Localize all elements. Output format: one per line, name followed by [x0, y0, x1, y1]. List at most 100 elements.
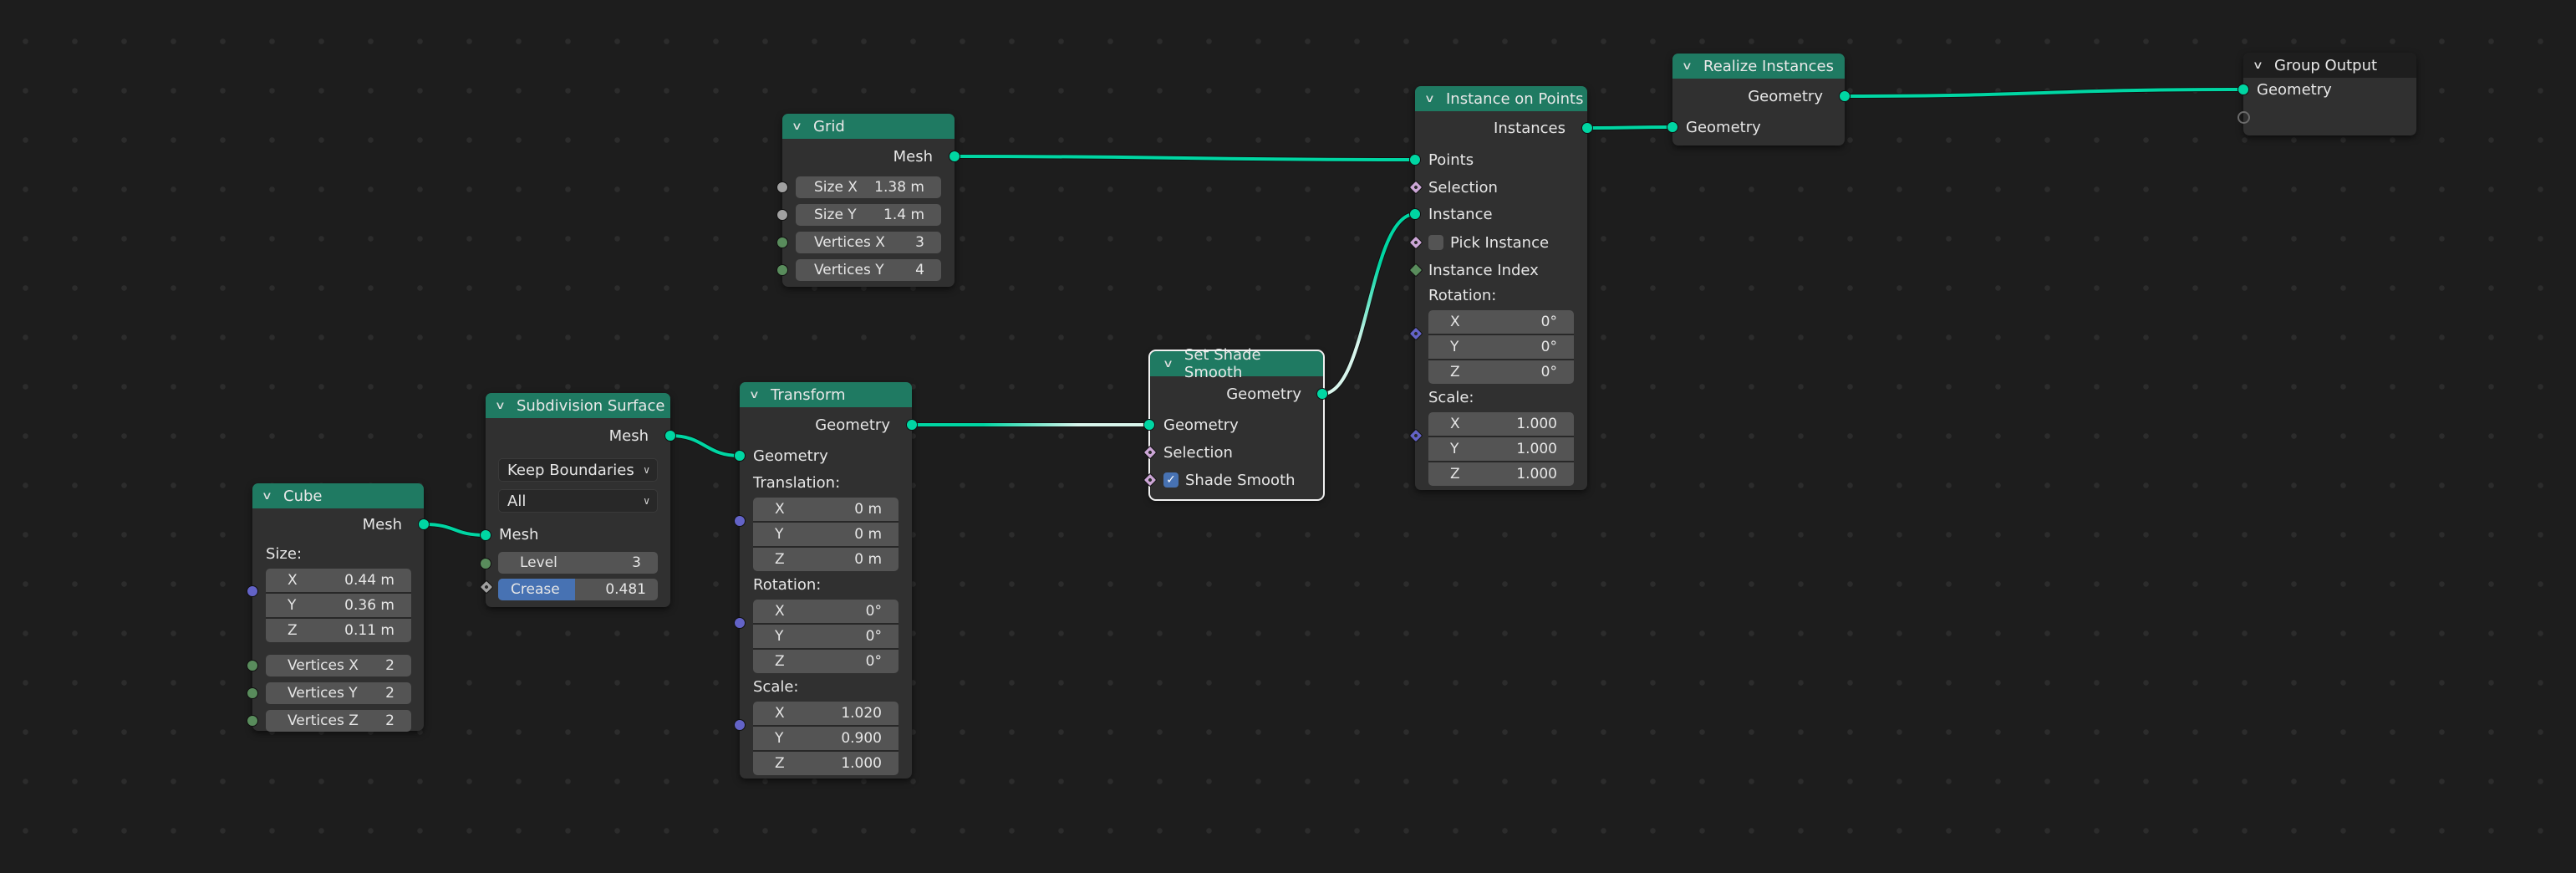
node-group-output[interactable]: ∨ Group Output Geometry	[2237, 53, 2416, 135]
level-field[interactable]: Level 3	[498, 552, 658, 574]
mesh-input-socket[interactable]	[480, 529, 491, 541]
node-set-shade-smooth[interactable]: ∨ Set Shade Smooth Geometry Geometry Sel…	[1143, 346, 1328, 501]
vertices-z-field[interactable]: Vertices Z 2	[266, 710, 411, 732]
scale-z-field[interactable]: Z 1.000	[753, 752, 899, 775]
rotation-y-field[interactable]: Y 0°	[1428, 335, 1574, 359]
field-value: 1.4 m	[883, 207, 924, 223]
translation-z-field[interactable]: Z 0 m	[753, 548, 899, 571]
empty-input-socket[interactable]	[2237, 111, 2250, 124]
scale-z-field[interactable]: Z 1.000	[1428, 462, 1574, 486]
chevron-down-icon[interactable]: ∨	[2253, 59, 2271, 72]
rotation-socket[interactable]	[734, 617, 746, 629]
node-header[interactable]: ∨ Subdivision Surface	[486, 393, 670, 418]
vertices-z-socket[interactable]	[247, 715, 258, 727]
rotation-z-field[interactable]: Z 0°	[753, 650, 899, 673]
size-input-socket[interactable]	[247, 585, 258, 597]
field-label: Vertices Z	[288, 712, 359, 729]
scale-x-field[interactable]: X 1.020	[753, 702, 899, 725]
rotation-socket[interactable]	[1408, 326, 1423, 341]
vertices-x-field[interactable]: Vertices X 2	[266, 655, 411, 676]
vertices-x-socket[interactable]	[776, 237, 788, 248]
translation-socket[interactable]	[734, 515, 746, 527]
size-z-field[interactable]: Z 0.11 m	[266, 619, 411, 642]
chevron-down-icon[interactable]: ∨	[792, 120, 810, 133]
points-input-socket[interactable]	[1409, 154, 1421, 166]
node-header[interactable]: ∨ Transform	[740, 382, 912, 407]
mesh-output-socket[interactable]	[949, 151, 960, 162]
scale-x-field[interactable]: X 1.000	[1428, 412, 1574, 436]
translation-x-field[interactable]: X 0 m	[753, 498, 899, 521]
node-link[interactable]	[423, 523, 486, 537]
node-header[interactable]: ∨ Instance on Points	[1415, 86, 1587, 111]
node-transform[interactable]: ∨ Transform Geometry Geometry Translatio…	[734, 382, 918, 779]
instances-output-socket[interactable]	[1581, 122, 1593, 134]
geometry-input-socket[interactable]	[1667, 121, 1678, 133]
node-header[interactable]: ∨ Cube	[252, 483, 424, 508]
node-header[interactable]: ∨ Group Output	[2243, 53, 2416, 78]
chevron-down-icon[interactable]: ∨	[262, 490, 280, 503]
node-grid[interactable]: ∨ Grid Mesh Size X 1.38 m Size Y 1.4 m V…	[776, 114, 960, 287]
geometry-input-socket[interactable]	[2237, 84, 2249, 95]
node-subdivision-surface[interactable]: ∨ Subdivision Surface Mesh Keep Boundari…	[479, 393, 676, 607]
rotation-z-field[interactable]: Z 0°	[1428, 360, 1574, 384]
chevron-down-icon[interactable]: ∨	[1163, 358, 1181, 370]
level-socket[interactable]	[480, 558, 491, 569]
size-x-field[interactable]: Size X 1.38 m	[796, 176, 941, 198]
size-x-field[interactable]: X 0.44 m	[266, 569, 411, 592]
geometry-output-socket[interactable]	[1316, 388, 1328, 400]
chevron-down-icon[interactable]: ∨	[1424, 93, 1443, 105]
boundary-smooth-dropdown[interactable]: Keep Boundaries ∨	[498, 458, 658, 482]
node-link[interactable]	[954, 155, 1416, 161]
points-row: Points	[1415, 149, 1587, 171]
size-y-field[interactable]: Size Y 1.4 m	[796, 204, 941, 226]
scale-y-field[interactable]: Y 1.000	[1428, 437, 1574, 461]
input-row: Geometry	[740, 445, 912, 467]
vertices-y-field[interactable]: Vertices Y 4	[796, 259, 941, 281]
chevron-down-icon[interactable]: ∨	[749, 389, 767, 401]
node-link[interactable]	[1586, 125, 1673, 130]
shade-smooth-checkbox[interactable]: ✓	[1163, 472, 1179, 488]
node-link[interactable]	[1321, 212, 1416, 396]
axis-value: 0°	[1540, 339, 1557, 355]
size-x-socket[interactable]	[776, 181, 788, 193]
crease-slider[interactable]: Crease 0.481	[498, 579, 658, 600]
rotation-x-field[interactable]: X 0°	[753, 600, 899, 623]
pick-instance-checkbox[interactable]	[1428, 235, 1443, 250]
scale-socket[interactable]	[734, 719, 746, 731]
rotation-y-field[interactable]: Y 0°	[753, 625, 899, 648]
chevron-down-icon[interactable]: ∨	[1682, 60, 1700, 73]
node-header[interactable]: ∨ Set Shade Smooth	[1150, 346, 1323, 381]
chevron-down-icon[interactable]: ∨	[495, 400, 513, 412]
vertices-x-field[interactable]: Vertices X 3	[796, 232, 941, 253]
dropdown-value: All	[507, 492, 527, 510]
geometry-output-socket[interactable]	[1839, 90, 1851, 102]
node-link[interactable]	[1844, 88, 2244, 98]
translation-y-field[interactable]: Y 0 m	[753, 523, 899, 546]
axis-label: X	[288, 572, 298, 589]
instance-input-socket[interactable]	[1409, 208, 1421, 220]
geometry-output-socket[interactable]	[906, 419, 918, 431]
crease-socket[interactable]	[479, 579, 494, 595]
axis-value: 0 m	[854, 551, 882, 568]
mesh-output-socket[interactable]	[418, 518, 430, 530]
vertices-y-field[interactable]: Vertices Y 2	[266, 682, 411, 704]
geometry-input-socket[interactable]	[734, 450, 746, 462]
node-cube[interactable]: ∨ Cube Mesh Size: X 0.44 m Y 0.36 m Z 0.…	[247, 483, 430, 732]
node-realize-instances[interactable]: ∨ Realize Instances Geometry Geometry	[1667, 54, 1851, 146]
size-y-socket[interactable]	[776, 209, 788, 221]
vertices-x-socket[interactable]	[247, 660, 258, 671]
uv-smooth-dropdown[interactable]: All ∨	[498, 489, 658, 513]
geometry-input-socket[interactable]	[1143, 419, 1155, 431]
size-y-field[interactable]: Y 0.36 m	[266, 594, 411, 617]
node-header[interactable]: ∨ Grid	[782, 114, 955, 139]
scale-y-field[interactable]: Y 0.900	[753, 727, 899, 750]
node-header[interactable]: ∨ Realize Instances	[1672, 54, 1845, 79]
field-label: Vertices X	[288, 657, 359, 674]
rotation-x-field[interactable]: X 0°	[1428, 310, 1574, 334]
mesh-output-socket[interactable]	[664, 430, 676, 442]
vertices-y-socket[interactable]	[776, 264, 788, 276]
vertices-y-socket[interactable]	[247, 687, 258, 699]
scale-socket[interactable]	[1408, 428, 1423, 443]
node-link[interactable]	[669, 434, 741, 457]
node-instance-on-points[interactable]: ∨ Instance on Points Instances Points Se…	[1408, 86, 1593, 490]
